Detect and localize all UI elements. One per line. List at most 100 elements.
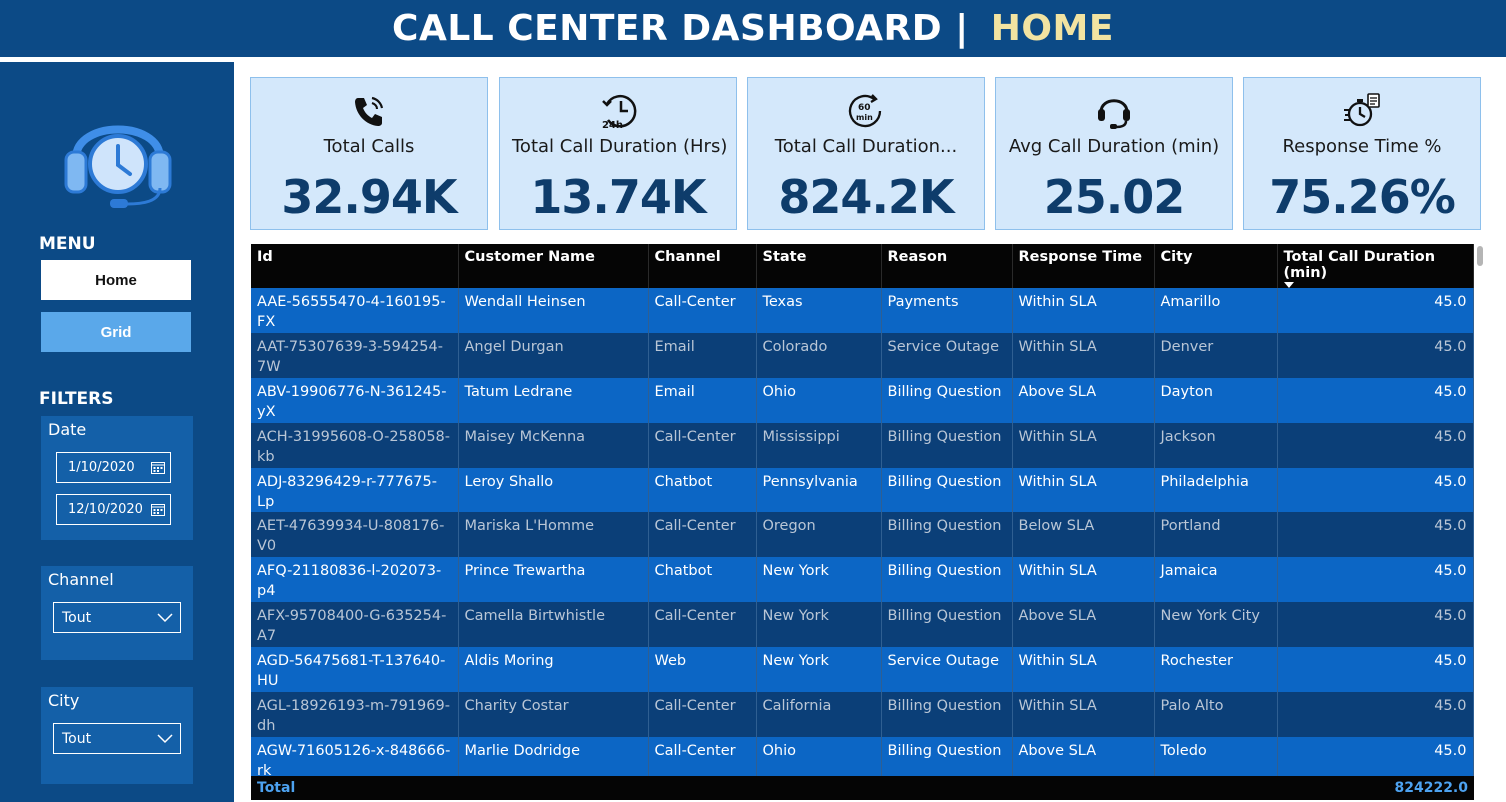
table-cell: AGD-56475681-T-137640-HU [251,647,459,692]
table-row[interactable]: AGD-56475681-T-137640-HU Aldis Moring Web N… [251,647,1474,692]
table-cell: 45.0 [1277,333,1474,378]
svg-text:24h: 24h [602,120,623,130]
table-cell: Ohio [756,378,882,423]
dashboard-header: CALL CENTER DASHBOARD | HOME [0,0,1506,57]
svg-text:min: min [856,113,873,122]
table-cell: Billing Question [881,468,1013,512]
table-cell: Tatum Ledrane [458,378,649,423]
table-cell: Billing Question [881,512,1013,557]
table-cell: Mariska L'Homme [458,512,649,557]
start-date-value: 1/10/2020 [68,460,135,475]
table-row[interactable]: ADJ-83296429-r-777675-Lp Leroy Shallo Chat… [251,468,1474,512]
scrollbar-thumb[interactable] [1477,246,1483,266]
kpi-response-time: Response Time % 75.26% [1243,77,1481,230]
column-header[interactable]: Id [251,244,459,288]
column-header[interactable]: City [1154,244,1278,288]
table-row[interactable]: AGL-18926193-m-791969-dh Charity Costar Ca… [251,692,1474,737]
calendar-icon[interactable] [151,503,165,516]
kpi-value: 32.94K [281,170,457,224]
table-row[interactable]: AET-47639934-U-808176-V0 Mariska L'Homme C… [251,512,1474,557]
table-cell: Within SLA [1012,288,1155,333]
dashboard-title: CALL CENTER DASHBOARD | [392,8,969,49]
calendar-icon[interactable] [151,461,165,474]
column-header[interactable]: Customer Name [458,244,649,288]
kpi-label: Avg Call Duration (min) [1008,136,1220,157]
nav-home-button[interactable]: Home [41,260,191,300]
timer-60min-icon: 60 min [848,94,882,128]
table-row[interactable]: AFX-95708400-G-635254-A7 Camella Birtwhis… [251,602,1474,647]
table-cell: Leroy Shallo [458,468,649,512]
clock-24h-icon: 24h [602,94,637,130]
table-cell: Charity Costar [458,692,649,737]
table-cell: New York City [1154,602,1278,647]
table-cell: Call-Center [648,602,757,647]
table-cell: Billing Question [881,692,1013,737]
table-cell: Billing Question [881,423,1013,468]
end-date-input[interactable]: 12/10/2020 [56,494,171,525]
table-cell: Service Outage [881,333,1013,378]
column-header-sorted[interactable]: Total Call Duration (min) [1277,244,1474,288]
table-cell: 45.0 [1277,468,1474,512]
channel-filter-label: Channel [48,570,114,589]
headset-clock-logo-icon [64,125,172,208]
table-cell: AET-47639934-U-808176-V0 [251,512,459,557]
table-cell: Palo Alto [1154,692,1278,737]
table-cell: Within SLA [1012,333,1155,378]
table-row[interactable]: AFQ-21180836-l-202073-p4 Prince Trewartha… [251,557,1474,602]
calls-table: Id Customer Name Channel State Reason Re… [251,244,1474,800]
sidebar: MENU Home Grid FILTERS Date 1/10/2020 12… [0,62,234,802]
table-cell: Email [648,333,757,378]
total-value: 824222.0 [1394,780,1468,796]
end-date-value: 12/10/2020 [68,502,143,517]
channel-select-value: Tout [62,609,92,626]
start-date-input[interactable]: 1/10/2020 [56,452,171,483]
table-cell: Texas [756,288,882,333]
phone-icon [355,96,384,126]
table-cell: 45.0 [1277,602,1474,647]
table-cell: Within SLA [1012,423,1155,468]
table-total-row: Total 824222.0 [251,776,1474,800]
table-cell: Jackson [1154,423,1278,468]
column-header[interactable]: Reason [881,244,1013,288]
kpi-value: 25.02 [1043,170,1186,224]
table-cell: Service Outage [881,647,1013,692]
table-cell: Above SLA [1012,378,1155,423]
kpi-total-calls: Total Calls 32.94K [250,77,488,230]
stopwatch-icon [1344,93,1380,127]
channel-select[interactable]: Tout [53,602,181,633]
table-cell: Call-Center [648,512,757,557]
kpi-value: 824.2K [778,170,954,224]
table-cell: Billing Question [881,557,1013,602]
table-cell: Payments [881,288,1013,333]
table-cell: Denver [1154,333,1278,378]
table-cell: ACH-31995608-O-258058-kb [251,423,459,468]
city-select-value: Tout [62,730,92,747]
column-header[interactable]: State [756,244,882,288]
svg-text:60: 60 [858,103,871,113]
column-header[interactable]: Response Time [1012,244,1155,288]
kpi-value: 75.26% [1269,170,1456,224]
table-cell: 45.0 [1277,512,1474,557]
table-row[interactable]: AAE-56555470-4-160195-FX Wendall Heinsen C… [251,288,1474,333]
table-cell: AFQ-21180836-l-202073-p4 [251,557,459,602]
table-cell: Within SLA [1012,468,1155,512]
column-header[interactable]: Channel [648,244,757,288]
table-cell: Pennsylvania [756,468,882,512]
table-cell: 45.0 [1277,423,1474,468]
table-cell: Billing Question [881,602,1013,647]
nav-grid-button[interactable]: Grid [41,312,191,352]
chevron-down-icon[interactable] [157,734,173,744]
table-cell: 45.0 [1277,692,1474,737]
table-cell: AAE-56555470-4-160195-FX [251,288,459,333]
table-row[interactable]: ACH-31995608-O-258058-kb Maisey McKenna Ca… [251,423,1474,468]
table-row[interactable]: ABV-19906776-N-361245-yX Tatum Ledrane Ema… [251,378,1474,423]
table-cell: Call-Center [648,288,757,333]
table-cell: Rochester [1154,647,1278,692]
city-select[interactable]: Tout [53,723,181,754]
kpi-total-call-duration: 60 min Total Call Duration... 824.2K [747,77,985,230]
chevron-down-icon[interactable] [157,613,173,623]
table-scrollbar[interactable] [1476,244,1484,774]
table-row[interactable]: AAT-75307639-3-594254-7W Angel Durgan Emai… [251,333,1474,378]
city-filter: City Tout [41,687,193,784]
channel-filter: Channel Tout [41,566,193,660]
